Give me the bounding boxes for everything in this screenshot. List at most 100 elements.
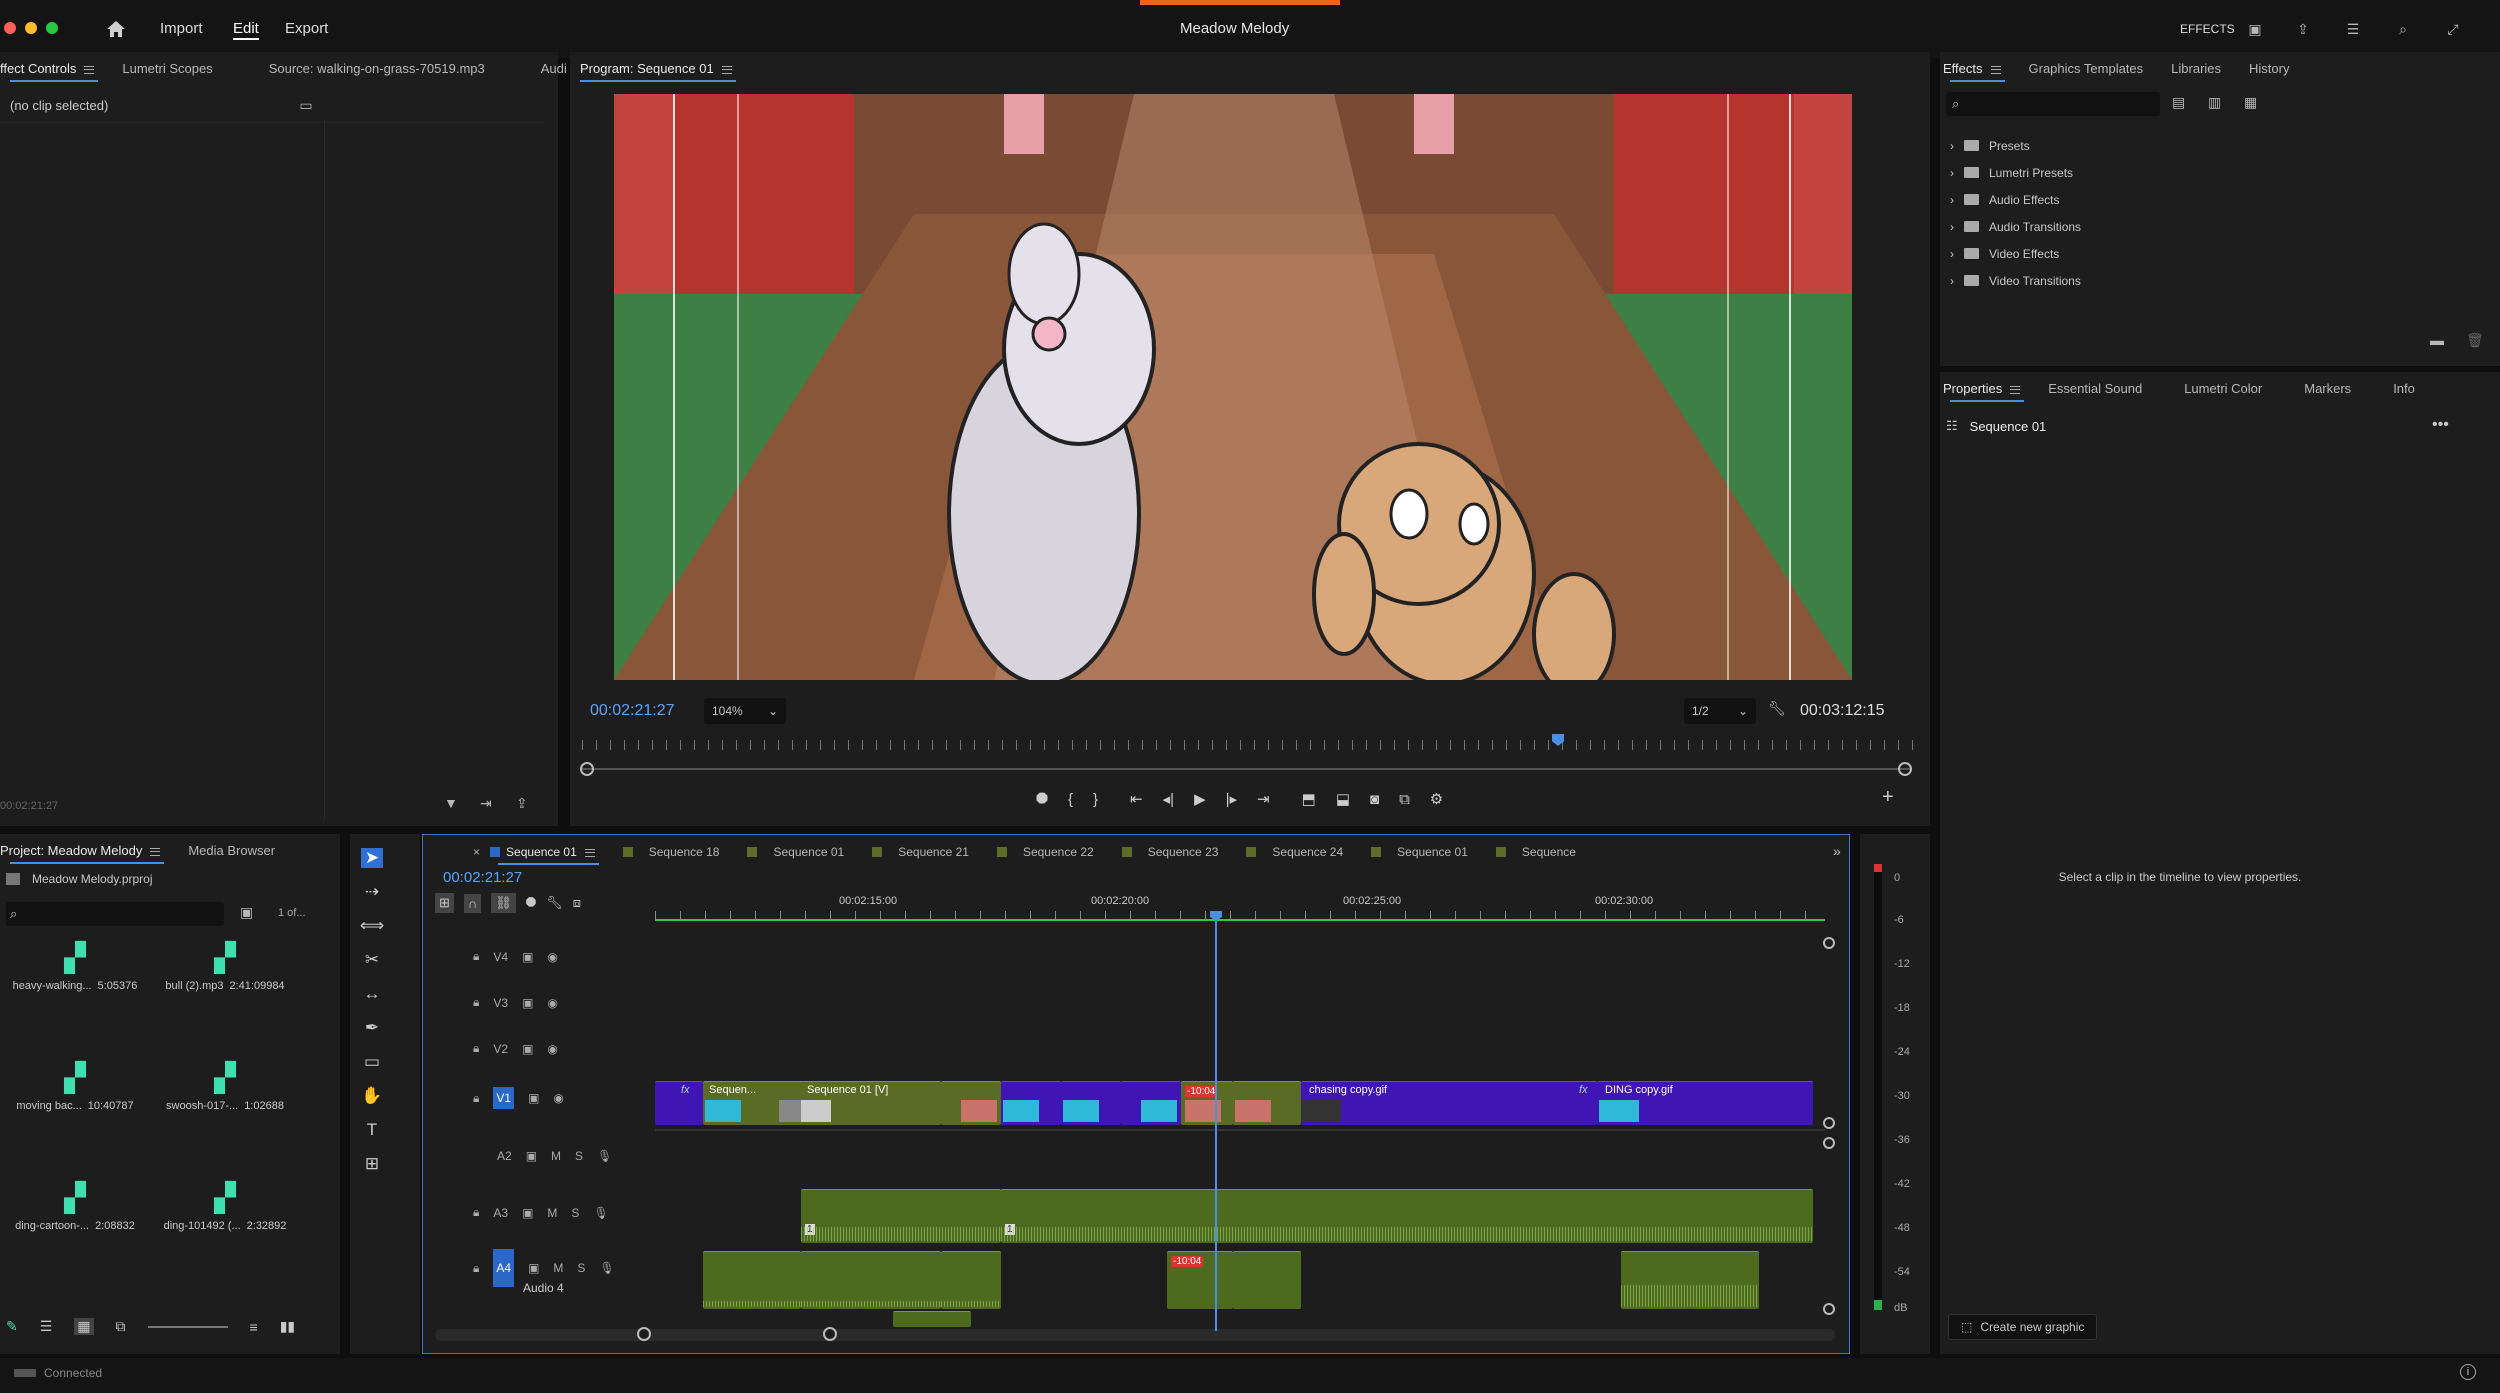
tab-sequence[interactable]: Sequence 22: [983, 835, 1108, 869]
tab-effects[interactable]: Effects: [1940, 52, 2015, 86]
step-back-icon[interactable]: ◂|: [1163, 790, 1174, 808]
track-label[interactable]: A2: [497, 1149, 512, 1163]
export-frame-icon[interactable]: ⇪: [516, 795, 528, 812]
solo-button[interactable]: S: [575, 1149, 583, 1163]
timeline-ruler[interactable]: 00:02:15:00 00:02:20:00 00:02:25:00 00:0…: [655, 891, 1825, 921]
timeline-menu-icon[interactable]: [584, 848, 595, 857]
mute-button[interactable]: M: [547, 1206, 557, 1220]
tab-essential-sound[interactable]: Essential Sound: [2034, 372, 2156, 406]
zoom-handle-right[interactable]: [823, 1327, 837, 1341]
share-icon[interactable]: ⇪: [2292, 18, 2314, 40]
tab-markers[interactable]: Markers: [2290, 372, 2365, 406]
audio-clip[interactable]: [801, 1251, 941, 1309]
track-select-tool-icon[interactable]: ⇢: [365, 882, 379, 902]
mark-in-icon[interactable]: {: [1068, 791, 1073, 808]
razor-tool-icon[interactable]: ✂: [365, 950, 379, 970]
lock-icon[interactable]: 🔒︎: [473, 1041, 479, 1056]
go-to-out-icon[interactable]: ⇥: [1257, 790, 1270, 808]
program-ruler[interactable]: [582, 740, 1922, 750]
timeline-settings-icon[interactable]: 🔧︎: [546, 895, 563, 911]
snap-icon[interactable]: ∩: [463, 893, 482, 913]
track-height-handle[interactable]: [1823, 1303, 1835, 1315]
captions-icon[interactable]: ⧈: [573, 895, 581, 911]
solo-button[interactable]: S: [571, 1206, 579, 1220]
tab-properties[interactable]: Properties: [1940, 372, 2034, 406]
audio-clip[interactable]: 1: [801, 1189, 1001, 1243]
tab-graphics-templates[interactable]: Graphics Templates: [2015, 52, 2158, 86]
tab-sequence[interactable]: Sequence 01: [488, 835, 609, 869]
proxy-toggle-icon[interactable]: ⚙: [1430, 790, 1443, 808]
import-menu[interactable]: Import: [160, 20, 203, 37]
fullscreen-icon[interactable]: ⤢: [2442, 18, 2464, 40]
track-label[interactable]: V2: [493, 1042, 508, 1056]
mic-icon[interactable]: 🎙︎: [593, 1206, 608, 1220]
icon-view-icon[interactable]: ▦: [74, 1318, 94, 1335]
media-item[interactable]: ▞ moving bac... 10:40787: [0, 1060, 150, 1113]
step-forward-icon[interactable]: |▸: [1226, 790, 1237, 808]
lock-icon[interactable]: 🔒︎: [473, 995, 479, 1010]
add-marker-icon[interactable]: ⯃: [526, 895, 536, 911]
yuv-effects-icon[interactable]: ▦: [2244, 94, 2257, 111]
mic-icon[interactable]: 🎙︎: [599, 1261, 614, 1275]
pen-tool-icon[interactable]: ✒: [365, 1018, 379, 1038]
track-label[interactable]: V3: [493, 996, 508, 1010]
effects-item[interactable]: › Audio Transitions: [1950, 213, 2081, 240]
play-icon[interactable]: ▶: [1194, 790, 1206, 808]
video-clip[interactable]: [941, 1081, 1001, 1125]
effects-item[interactable]: › Audio Effects: [1950, 186, 2081, 213]
video-clip[interactable]: Sequence 01 [V]: [801, 1081, 941, 1125]
freeform-view-icon[interactable]: ⧉: [116, 1318, 126, 1335]
video-clip[interactable]: fx: [655, 1081, 703, 1125]
lock-icon[interactable]: 🔒︎: [473, 949, 479, 964]
tab-sequence[interactable]: Sequence 01: [733, 835, 858, 869]
home-icon[interactable]: [104, 18, 128, 40]
minimize-window-button[interactable]: [25, 22, 37, 34]
maximize-window-button[interactable]: [46, 22, 58, 34]
selection-tool-icon[interactable]: ➤: [360, 848, 384, 868]
lock-icon[interactable]: 🔒︎: [473, 1261, 479, 1276]
tab-sequence[interactable]: Sequence 21: [858, 835, 983, 869]
film-icon[interactable]: ▣: [522, 1042, 533, 1056]
audio-clip[interactable]: [1233, 1251, 1301, 1309]
info-icon[interactable]: i: [2460, 1364, 2476, 1380]
zoom-select[interactable]: 104% ⌄: [704, 698, 786, 724]
lift-icon[interactable]: ⬒: [1302, 790, 1316, 808]
search-help-icon[interactable]: ⌕: [2392, 18, 2414, 40]
hand-tool-icon[interactable]: ✋: [361, 1086, 382, 1106]
mark-out-icon[interactable]: }: [1093, 791, 1098, 808]
pencil-icon[interactable]: ✎: [6, 1318, 18, 1335]
panel-menu-icon[interactable]: [84, 65, 95, 74]
project-menu-icon[interactable]: [150, 847, 161, 856]
export-menu[interactable]: Export: [285, 20, 328, 37]
new-bin-icon[interactable]: ▬: [2430, 332, 2444, 348]
zoom-slider[interactable]: [147, 1325, 228, 1328]
add-button-icon[interactable]: +: [1882, 786, 1894, 809]
tab-sequence[interactable]: Sequence 18: [609, 835, 734, 869]
nest-icon[interactable]: ⊞: [435, 893, 454, 913]
export-frame-icon[interactable]: ◙: [1370, 791, 1379, 808]
tab-lumetri-scopes[interactable]: Lumetri Scopes: [108, 52, 226, 86]
sort-icon[interactable]: ≡: [250, 1319, 258, 1335]
type-tool-icon[interactable]: T: [367, 1120, 377, 1140]
track-height-handle[interactable]: [1823, 937, 1835, 949]
work-area-bar[interactable]: [655, 919, 1825, 921]
mute-button[interactable]: M: [551, 1149, 561, 1163]
track-label[interactable]: V1: [493, 1087, 515, 1109]
go-to-in-icon[interactable]: ⇤: [1130, 790, 1143, 808]
effects-item[interactable]: › Video Transitions: [1950, 267, 2081, 294]
tab-sequence[interactable]: Sequence 01: [1357, 835, 1482, 869]
scroll-handle-right[interactable]: [1898, 762, 1912, 776]
properties-more-icon[interactable]: •••: [2432, 416, 2449, 434]
properties-menu-icon[interactable]: [2010, 385, 2021, 394]
ripple-icon[interactable]: ⇥: [480, 795, 492, 812]
toggle-timeline-icon[interactable]: ▭: [296, 96, 316, 114]
film-icon[interactable]: ▣: [522, 950, 533, 964]
tab-libraries[interactable]: Libraries: [2157, 52, 2235, 86]
audio-clip[interactable]: [1621, 1251, 1759, 1309]
eye-icon[interactable]: ◉: [553, 1091, 563, 1105]
film-icon[interactable]: ▣: [528, 1091, 539, 1105]
effects-menu-icon[interactable]: [1990, 65, 2001, 74]
eye-icon[interactable]: ◉: [547, 1042, 557, 1056]
mute-button[interactable]: M: [553, 1261, 563, 1275]
close-tab-icon[interactable]: ×: [473, 845, 480, 859]
